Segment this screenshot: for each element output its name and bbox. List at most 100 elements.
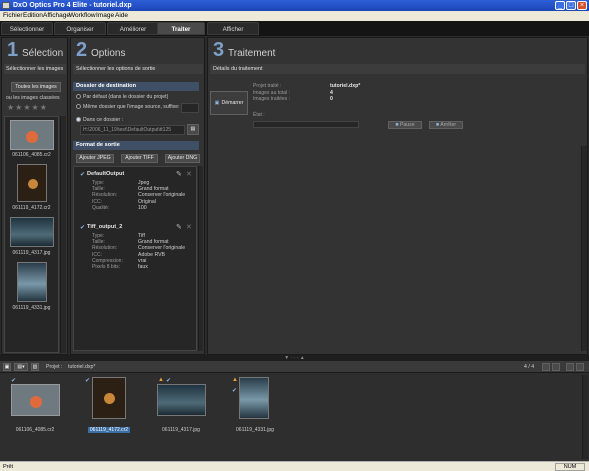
tab-organiser[interactable]: Organiser — [54, 22, 106, 35]
filmstrip-scrollbar[interactable] — [582, 375, 588, 459]
filmstrip-thumb[interactable] — [157, 384, 206, 416]
warning-icon: ▲ — [232, 377, 238, 383]
output-path-input[interactable]: H:\2006_11_19\test\DefaultOutput\tt125 — [80, 125, 185, 135]
thumbnail-scrollbar[interactable] — [60, 116, 66, 353]
selection-panel: 1 Sélection Sélectionner les images Tout… — [1, 37, 68, 355]
detail-label: Images traitées : — [253, 96, 290, 102]
add-jpeg-button[interactable]: Ajouter JPEG — [76, 154, 114, 163]
project-open-icon[interactable]: ▤▾ — [14, 363, 28, 371]
thumbnail-caption: 061119_4317.jpg — [12, 250, 51, 256]
stop-label: Arrêter — [440, 122, 457, 128]
thumbnail-image[interactable] — [17, 262, 47, 302]
thumbnail-image[interactable] — [10, 120, 54, 150]
filmstrip-caption: 061119_4317.jpg — [162, 427, 200, 433]
format-header: Format de sortie — [73, 141, 199, 150]
delete-icon[interactable]: ✕ — [186, 223, 192, 231]
progress-bar — [253, 121, 359, 128]
output-name: DefaultOutput — [87, 171, 125, 177]
pause-label: Pause — [399, 122, 415, 128]
view-grid-icon[interactable] — [566, 363, 574, 371]
image-count: 4 / 4 — [524, 364, 535, 370]
panel-title: Sélection — [22, 48, 64, 59]
status-bar: Prêt NUM — [0, 461, 589, 471]
project-new-icon[interactable]: ▣ — [3, 363, 11, 371]
panel-title: Traitement — [228, 48, 276, 59]
state-label: État : — [253, 112, 265, 118]
project-bar: ▣ ▤▾ ▥ Projet : tutoriel.dxp* 4 / 4 — [0, 361, 589, 373]
detail-value: tutoriel.dxp* — [330, 83, 361, 89]
all-images-button[interactable]: Toutes les images — [11, 82, 61, 92]
delete-icon[interactable]: ✕ — [186, 170, 192, 178]
menu-affichage[interactable]: Affichage — [43, 12, 70, 19]
pause-button[interactable]: ■ Pause — [388, 121, 422, 129]
radio-this-folder[interactable] — [76, 117, 81, 122]
browse-folder-button[interactable]: ▤ — [187, 124, 199, 135]
menu-image[interactable]: Image — [96, 12, 114, 19]
start-button[interactable]: ▣ Démarrer — [210, 91, 248, 115]
filmstrip-caption: 061106_4085.cr2 — [15, 427, 55, 433]
tab-ameliorer[interactable]: Améliorer — [107, 22, 159, 35]
filmstrip-thumb[interactable] — [11, 384, 60, 416]
view-thumbs-icon[interactable] — [542, 363, 550, 371]
tab-traiter[interactable]: Traiter — [157, 22, 205, 35]
tab-afficher[interactable]: Afficher — [207, 22, 259, 35]
thumbnail-image[interactable] — [17, 164, 47, 202]
minimize-button[interactable]: _ — [555, 1, 565, 10]
rated-images-label: ou les images classées — [6, 95, 60, 101]
thumbnail-image[interactable] — [10, 217, 54, 247]
panel-title: Options — [91, 48, 126, 59]
view-list-icon[interactable] — [552, 363, 560, 371]
step-number: 1 — [7, 39, 19, 61]
thumbnail-caption: 061119_4172.cr2 — [12, 205, 51, 211]
workflow-tabs: Sélectionner Organiser Améliorer Traiter… — [0, 21, 589, 36]
tab-selectionner[interactable]: Sélectionner — [1, 22, 53, 35]
project-save-icon[interactable]: ▥ — [31, 363, 39, 371]
start-label: Démarrer — [221, 100, 244, 106]
stop-button[interactable]: ■ Arrêter — [429, 121, 463, 129]
project-name: tutoriel.dxp* — [68, 364, 96, 370]
app-icon — [2, 2, 10, 9]
add-dng-button[interactable]: Ajouter DNG — [165, 154, 200, 163]
close-button[interactable]: × — [577, 1, 587, 10]
filmstrip: ✔ 061106_4085.cr2 ✔ 061119_4172.cr2 ▲ ✔ … — [0, 373, 589, 461]
title-bar: DxO Optics Pro 4 Elite - tutoriel.dxp _ … — [0, 0, 589, 11]
numlock-indicator: NUM — [555, 463, 585, 471]
menu-bar: Fichier Edition Affichage Workflow Image… — [0, 11, 589, 21]
view-large-icon[interactable] — [576, 363, 584, 371]
edit-icon[interactable]: ✎ — [176, 170, 182, 178]
warning-icon: ▲ — [158, 377, 164, 383]
thumbnail-caption: 061106_4085.cr2 — [12, 152, 51, 158]
add-tiff-button[interactable]: Ajouter TIFF — [121, 154, 158, 163]
output-list: ✔ DefaultOutput ✎ ✕ Type: Taille: Résolu… — [73, 166, 197, 351]
panel-subtitle: Sélectionner les options de sortie — [73, 64, 203, 74]
radio-default-folder[interactable] — [76, 94, 81, 99]
edit-icon[interactable]: ✎ — [176, 223, 182, 231]
suffix-input[interactable] — [181, 103, 199, 113]
prop-value: Conserver l'originale — [138, 192, 186, 199]
processing-scrollbar[interactable] — [581, 146, 587, 351]
options-scrollbar[interactable] — [198, 166, 203, 351]
menu-edition[interactable]: Edition — [23, 12, 43, 19]
option-same-folder: Même dossier que l'image source, suffixe… — [83, 104, 180, 110]
rating-stars[interactable]: ★★★★★ — [7, 103, 48, 112]
options-panel: 2 Options Sélectionner les options de so… — [70, 37, 205, 355]
menu-workflow[interactable]: Workflow — [69, 12, 96, 19]
panel-subtitle: Sélectionner les images — [4, 64, 66, 74]
maximize-button[interactable]: □ — [566, 1, 576, 10]
menu-fichier[interactable]: Fichier — [3, 12, 23, 19]
window-title: DxO Optics Pro 4 Elite - tutoriel.dxp — [13, 2, 132, 9]
check-icon: ✔ — [80, 172, 86, 178]
radio-same-folder[interactable] — [76, 104, 81, 109]
filmstrip-caption-selected: 061119_4172.cr2 — [88, 427, 130, 433]
processed-check-icon: ✔ — [85, 378, 91, 384]
start-icon: ▣ — [214, 100, 220, 106]
prop-value: 100 — [138, 204, 147, 211]
thumbnail-list: 061106_4085.cr2 061119_4172.cr2 061119_4… — [4, 116, 59, 353]
processed-check-icon: ✔ — [11, 378, 17, 384]
status-text: Prêt — [3, 464, 14, 470]
step-number: 3 — [213, 39, 225, 61]
filmstrip-thumb[interactable] — [239, 377, 269, 419]
menu-aide[interactable]: Aide — [115, 12, 128, 19]
prop-label: Qualité: — [92, 204, 110, 211]
filmstrip-thumb[interactable] — [92, 377, 126, 419]
